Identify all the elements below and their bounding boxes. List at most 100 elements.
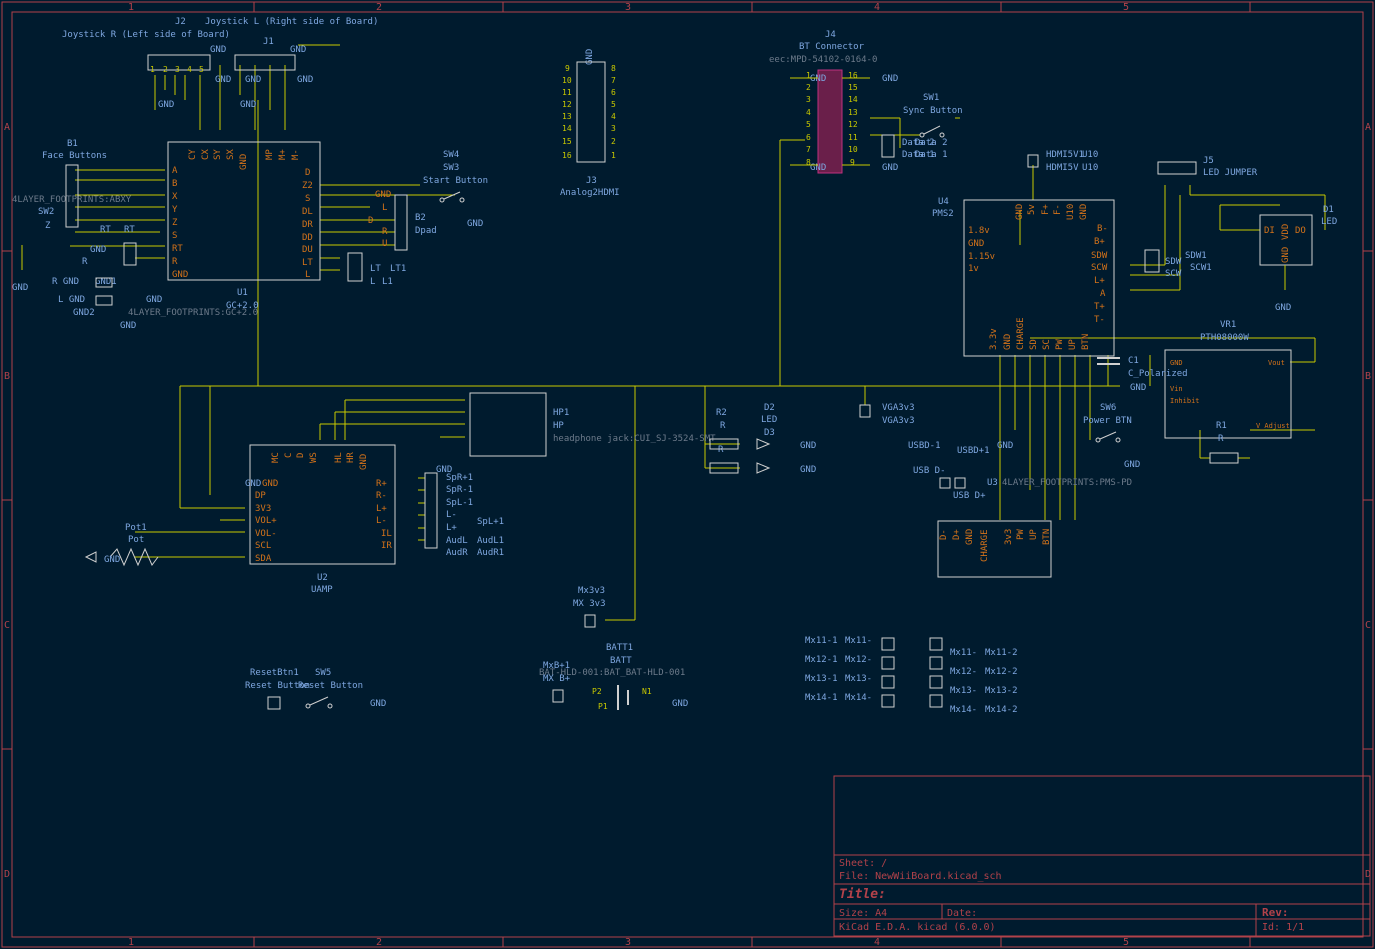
svg-text:Mx13-: Mx13- <box>845 674 872 684</box>
svg-text:6: 6 <box>611 88 616 97</box>
svg-text:3: 3 <box>806 95 811 104</box>
j3-value: Analog2HDMI <box>560 188 620 198</box>
svg-text:BTN: BTN <box>1081 334 1091 350</box>
j5-value: LED JUMPER <box>1203 168 1258 178</box>
joystick-gnd-label-3: GND <box>297 75 313 85</box>
d1-value: LED <box>1321 217 1337 227</box>
j2-pin-1: 1 <box>150 65 155 74</box>
led-d1: D1 LED DI DO VDD GND GND <box>1259 205 1337 313</box>
sw2-ref: SW2 <box>38 207 54 217</box>
col-marker-bottom-2: 2 <box>376 937 382 948</box>
batt-gnd-label: GND <box>672 699 688 709</box>
sw3-gnd-label: GND <box>467 219 483 229</box>
j2-pin-3: 3 <box>175 65 180 74</box>
svg-text:UP: UP <box>1029 529 1039 540</box>
d2-ref: D2 <box>764 403 775 413</box>
svg-text:P1: P1 <box>598 702 608 711</box>
lt-trigger: LT LT1 L L1 <box>347 252 406 287</box>
c1-ref: C1 <box>1128 356 1139 366</box>
row-marker-right-b: B <box>1365 371 1371 382</box>
u1-right-pins: D Z2 S DL DR DD DU LT L <box>302 168 313 280</box>
svg-text:14: 14 <box>848 95 858 104</box>
svg-text:T-: T- <box>1094 315 1105 325</box>
u1-footprint: 4LAYER_FOOTPRINTS:GC+2.0 <box>128 308 258 318</box>
analog2hdmi-j3: GND J3 Analog2HDMI 9 10 11 12 13 14 15 1… <box>560 49 620 198</box>
b2-pin-r: R <box>382 227 388 237</box>
u1-ref: U1 <box>237 288 248 298</box>
svg-text:MC: MC <box>271 452 281 463</box>
sw6-value: Power BTN <box>1083 416 1132 426</box>
svg-text:A: A <box>1100 289 1106 299</box>
j2-ref: J2 <box>175 17 186 27</box>
j2-value: Joystick R (Left side of Board) <box>62 30 230 40</box>
svg-text:Mx12-: Mx12- <box>845 655 872 665</box>
b2-pin-d: D <box>368 216 373 226</box>
lt1-ref: LT1 <box>390 264 406 274</box>
pot-gnd-label: GND <box>104 555 120 565</box>
svg-text:U10: U10 <box>1066 204 1076 220</box>
svg-text:GND: GND <box>1015 204 1025 220</box>
column-markers: 1 2 3 4 5 1 2 3 4 5 A B C D A B C D <box>4 2 1371 948</box>
d1-ref: D1 <box>1323 205 1334 215</box>
col-marker-1: 1 <box>128 2 134 13</box>
title-block-tool: KiCad E.D.A. kicad (6.0.0) <box>839 922 996 933</box>
amplifier-u2: U2 UAMP GND GND DP 3V3 VOL+ VOL- SCL SDA… <box>245 444 396 595</box>
svg-text:3: 3 <box>611 124 616 133</box>
u1-pin-mp: MP <box>265 149 275 160</box>
sw3-value: Start Button <box>423 176 488 186</box>
d1-pin-di: DI <box>1264 226 1275 236</box>
svg-text:Mx13-: Mx13- <box>950 686 977 696</box>
col-marker-bottom-5: 5 <box>1123 937 1129 948</box>
batt1-ref: BATT1 <box>606 643 633 653</box>
u2-gnd-label: GND <box>245 479 261 489</box>
sw5-value: Reset Button <box>298 681 363 691</box>
z-gnd-label: GND <box>12 283 28 293</box>
start-button-sw3: SW4 SW3 Start Button GND <box>423 150 488 229</box>
r2-value: R <box>720 421 726 431</box>
l-gnd2-label: GND2 <box>73 308 95 318</box>
usbd-plus-1-label: USBD+1 <box>957 446 990 456</box>
svg-text:L-: L- <box>376 516 387 526</box>
svg-text:1: 1 <box>806 71 811 80</box>
u1-pin-b: B <box>172 179 177 189</box>
svg-text:Mx14-2: Mx14-2 <box>985 705 1018 715</box>
svg-text:Mx12-2: Mx12-2 <box>985 667 1018 677</box>
b1-footprint: 4LAYER_FOOTPRINTS:ABXY <box>12 195 132 205</box>
d3-ref: D3 <box>764 428 775 438</box>
u10-ref: U10 <box>1082 150 1098 160</box>
svg-text:CHARGE: CHARGE <box>1016 317 1026 350</box>
mx-jumpers: Mx11-1 Mx11- Mx12-1 Mx12- Mx13-1 Mx13- M… <box>805 636 1018 715</box>
u1-pin-dr: DR <box>302 220 313 230</box>
sw3-ref: SW3 <box>443 163 459 173</box>
svg-text:Vin: Vin <box>1170 385 1183 393</box>
svg-text:D: D <box>296 453 306 458</box>
mxb1-ref: MxB+1 <box>543 661 570 671</box>
svg-text:GND: GND <box>1170 359 1183 367</box>
svg-text:3v3: 3v3 <box>1004 529 1014 545</box>
u3-footprint: 4LAYER_FOOTPRINTS:PMS-PD <box>1002 478 1132 488</box>
r-label: R <box>82 257 88 267</box>
hp1-ref: HP1 <box>553 408 569 418</box>
svg-text:R+: R+ <box>376 479 387 489</box>
svg-text:SDW: SDW <box>1091 251 1108 261</box>
c1-gnd-label: GND <box>1130 383 1146 393</box>
svg-text:HR: HR <box>346 452 356 463</box>
svg-text:1v: 1v <box>968 264 979 274</box>
col-marker-5: 5 <box>1123 2 1129 13</box>
u1-gc-board: U1 GC+2.0 4LAYER_FOOTPRINTS:GC+2.0 A B X… <box>128 141 321 318</box>
svg-text:T+: T+ <box>1094 302 1105 312</box>
j2-gnd-label: GND <box>210 45 226 55</box>
vr1-value: PTH08000W <box>1200 333 1249 343</box>
col-marker-3: 3 <box>625 2 631 13</box>
rt-ref: RT <box>100 225 111 235</box>
j5-ref: J5 <box>1203 156 1214 166</box>
col-marker-bottom-4: 4 <box>874 937 880 948</box>
svg-text:Mx11-: Mx11- <box>845 636 872 646</box>
svg-text:SDA: SDA <box>255 554 272 564</box>
u2-value: UAMP <box>311 585 333 595</box>
title-block-date: Date: <box>947 908 977 919</box>
row-marker-right-c: C <box>1365 620 1371 631</box>
joystick-gnd-label-4: GND <box>158 100 174 110</box>
l-gnd-bottom-label: GND <box>120 321 136 331</box>
u1-pin-cx: CX <box>201 149 211 160</box>
